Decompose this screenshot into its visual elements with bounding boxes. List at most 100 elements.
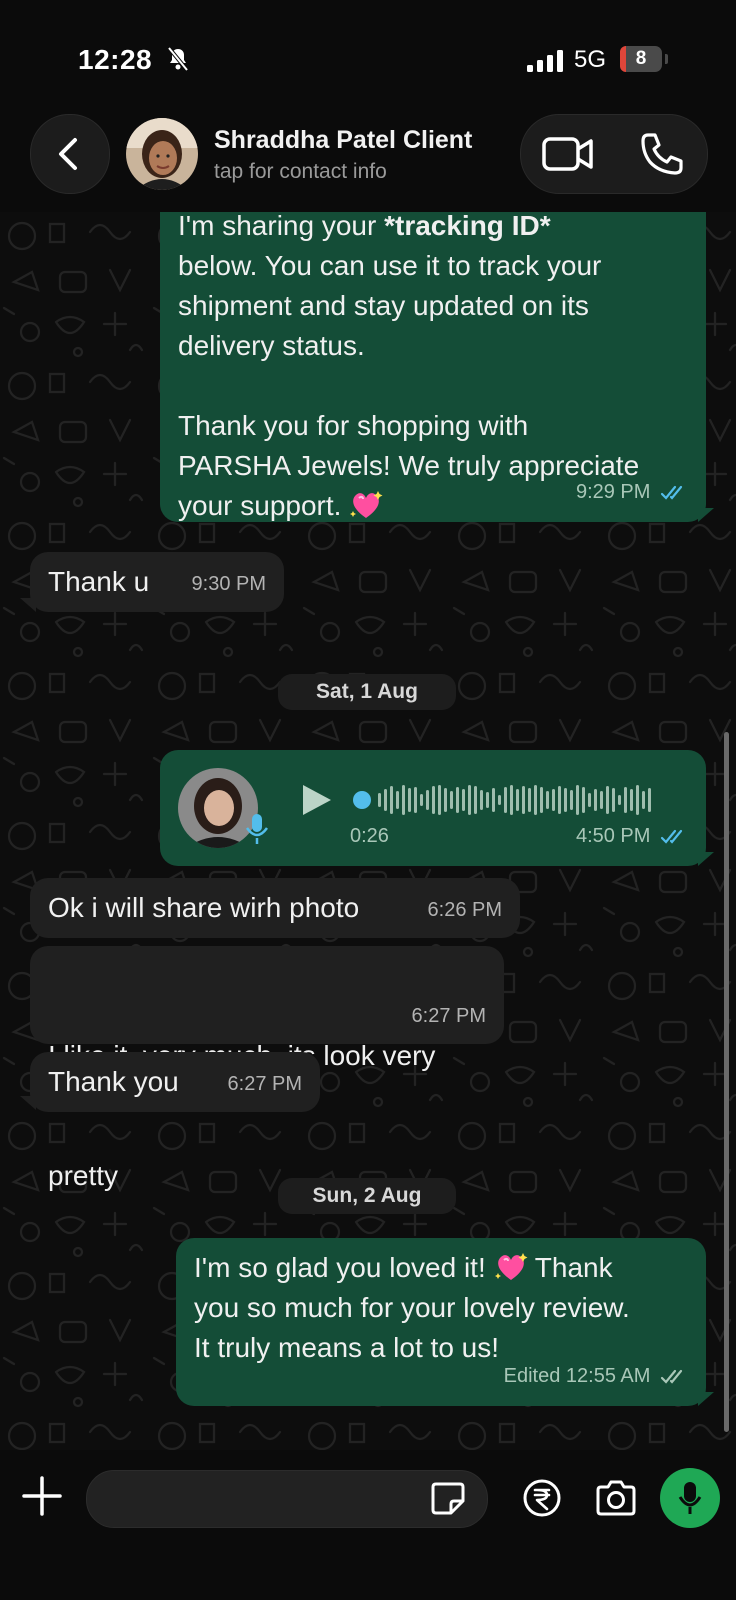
- plus-icon[interactable]: [20, 1474, 64, 1518]
- message-time: 9:30 PM: [191, 573, 266, 595]
- waveform-bar: [642, 791, 645, 809]
- signal-icon: [527, 50, 563, 72]
- waveform-bar: [378, 793, 381, 807]
- message-input[interactable]: [109, 1481, 413, 1517]
- voice-duration: 0:26: [350, 825, 389, 847]
- voice-message[interactable]: 0:26 4:50 PM: [160, 750, 706, 866]
- message-list[interactable]: I'm sharing your *tracking ID* below. Yo…: [0, 212, 736, 1450]
- play-icon[interactable]: [300, 782, 334, 818]
- sparkling-heart-icon: [350, 491, 383, 518]
- camera-icon[interactable]: [594, 1478, 638, 1518]
- waveform-bar: [426, 790, 429, 810]
- waveform-bar: [588, 793, 591, 807]
- waveform-bar: [486, 792, 489, 808]
- message-line: [178, 366, 698, 406]
- waveform-bar: [510, 785, 513, 815]
- waveform-bar: [618, 795, 621, 805]
- bubble-tail: [698, 508, 714, 522]
- call-actions: [520, 114, 708, 194]
- waveform-bar: [402, 785, 405, 815]
- waveform-bar: [636, 785, 639, 815]
- back-button[interactable]: [30, 114, 110, 194]
- waveform-bar: [558, 786, 561, 814]
- bell-slash-icon: [167, 46, 189, 72]
- message-time: 6:27 PM: [227, 1073, 302, 1095]
- message-text: Ok i will share wirh photo: [48, 892, 360, 923]
- message-line: I'm sharing your *tracking ID*: [178, 212, 551, 241]
- message-line: below. You can use it to track your: [178, 250, 602, 281]
- message-line: shipment and stay updated on its: [178, 290, 589, 321]
- waveform-bar: [390, 786, 393, 814]
- playback-position[interactable]: [353, 791, 371, 809]
- mic-icon: [678, 1482, 702, 1514]
- waveform-bar: [492, 788, 495, 812]
- voice-record-button[interactable]: [660, 1468, 720, 1528]
- waveform-bar: [414, 787, 417, 813]
- scrollbar[interactable]: [724, 732, 729, 1432]
- waveform-bar: [552, 789, 555, 811]
- waveform-bar: [546, 791, 549, 809]
- composer-bar: [0, 1450, 736, 1600]
- contact-info-hint[interactable]: tap for contact info: [214, 160, 387, 184]
- message-meta: 4:50 PM: [576, 816, 688, 856]
- message-incoming[interactable]: Thank you 6:27 PM: [30, 1052, 320, 1112]
- status-time: 12:28: [78, 44, 153, 75]
- message-meta: 9:29 PM: [576, 472, 688, 512]
- message-text: Thank u: [48, 566, 150, 597]
- waveform-bar: [408, 788, 411, 812]
- waveform-bar: [444, 788, 447, 812]
- waveform-bar: [468, 785, 471, 815]
- waveform-bar: [420, 794, 423, 806]
- battery-nub: [665, 54, 668, 64]
- double-check-icon: [660, 829, 683, 844]
- message-text: I'm so glad you loved it! Thank you so m…: [194, 1248, 699, 1368]
- message-time: 4:50 PM: [575, 825, 651, 847]
- waveform-bar: [612, 788, 615, 812]
- message-time: 9:29 PM: [575, 481, 651, 503]
- waveform-bar: [534, 785, 537, 815]
- waveform-bar: [522, 786, 525, 814]
- waveform-bar: [396, 791, 399, 809]
- waveform-bar: [438, 785, 441, 815]
- message-time: 6:27 PM: [411, 1005, 486, 1027]
- rupee-icon[interactable]: [522, 1478, 562, 1518]
- message-field[interactable]: [86, 1470, 488, 1528]
- video-call-icon[interactable]: [541, 133, 595, 175]
- waveform-bar: [600, 791, 603, 809]
- waveform-bar: [570, 790, 573, 810]
- waveform-bar: [564, 788, 567, 812]
- double-check-icon: [660, 485, 683, 500]
- waveform-bar: [474, 786, 477, 814]
- message-text: Thank you: [48, 1066, 179, 1097]
- voice-waveform[interactable]: [352, 780, 662, 820]
- message-incoming[interactable]: I like it very much its look very pretty…: [30, 946, 504, 1191]
- waveform-bar: [462, 789, 465, 811]
- battery-indicator: 8: [620, 46, 662, 72]
- waveform-bar: [516, 789, 519, 811]
- network-type: 5G: [574, 46, 607, 73]
- message-incoming[interactable]: Ok i will share wirh photo 6:26 PM: [30, 878, 520, 938]
- message-incoming[interactable]: Thank u 9:30 PM: [30, 552, 284, 612]
- waveform-bar: [480, 790, 483, 810]
- waveform-bar: [648, 788, 651, 812]
- message-line: you so much for your lovely review.: [194, 1292, 630, 1323]
- date-separator: Sun, 2 Aug: [278, 1178, 456, 1214]
- message-line: Thank you for shopping with: [178, 410, 529, 441]
- waveform-bar: [504, 787, 507, 813]
- waveform-bar: [582, 787, 585, 813]
- chat-header: Shraddha Patel Client tap for contact in…: [0, 110, 736, 212]
- message-time: 6:26 PM: [427, 899, 502, 921]
- phone-icon[interactable]: [639, 131, 685, 177]
- message-time: 12:55 AM: [565, 1365, 651, 1387]
- message-text: I like it very much its look very pretty: [48, 956, 435, 1276]
- contact-avatar[interactable]: [126, 118, 198, 190]
- message-line-bold: *tracking ID*: [384, 212, 551, 241]
- contact-name[interactable]: Shraddha Patel Client: [214, 126, 472, 155]
- waveform-bar: [624, 787, 627, 813]
- waveform-bar: [630, 789, 633, 811]
- message-outgoing[interactable]: I'm sharing your *tracking ID* below. Yo…: [160, 212, 706, 522]
- waveform-bar: [498, 795, 501, 805]
- waveform-bar: [606, 786, 609, 814]
- message-outgoing[interactable]: I'm so glad you loved it! Thank you so m…: [176, 1238, 706, 1406]
- sticker-icon[interactable]: [430, 1480, 466, 1516]
